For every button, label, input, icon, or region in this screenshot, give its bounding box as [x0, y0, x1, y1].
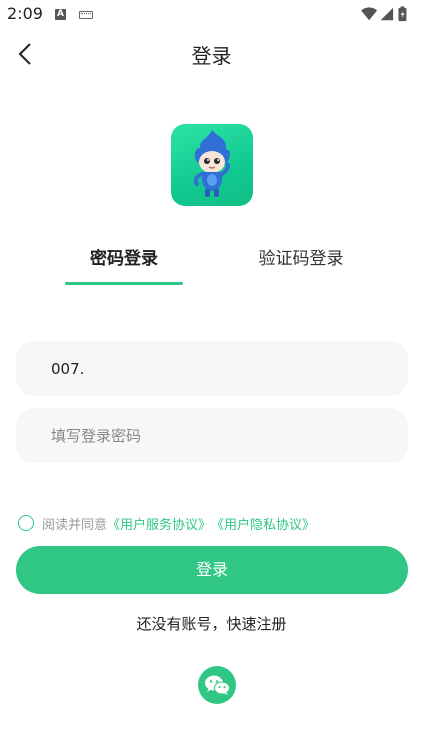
- app-logo: [171, 124, 253, 206]
- account-field: [16, 341, 408, 396]
- battery-charging-icon: [398, 6, 407, 22]
- tab-password-login[interactable]: 密码登录: [65, 244, 183, 269]
- mascot-icon: [193, 130, 230, 197]
- agreement-checkbox[interactable]: [18, 515, 34, 531]
- a-notification-icon: A: [55, 9, 66, 20]
- register-link[interactable]: 还没有账号，快速注册: [0, 613, 423, 634]
- wifi-icon: [361, 7, 378, 21]
- account-input[interactable]: [51, 341, 391, 396]
- tab-code-login[interactable]: 验证码登录: [242, 244, 360, 269]
- wechat-login-button[interactable]: [198, 666, 236, 704]
- password-field: [16, 408, 408, 463]
- signal-icon: [380, 7, 394, 21]
- page-title: 登录: [191, 44, 232, 68]
- wechat-icon: [205, 675, 230, 695]
- agreement-prefix: 阅读并同意: [42, 517, 108, 533]
- password-input[interactable]: [51, 408, 391, 463]
- privacy-agreement-link[interactable]: 《用户隐私协议》: [211, 514, 315, 533]
- service-agreement-link[interactable]: 《用户服务协议》: [107, 514, 211, 533]
- agreement-row: 阅读并同意 《用户服务协议》 《用户隐私协议》: [18, 513, 315, 533]
- status-icons: [361, 6, 407, 22]
- active-tab-indicator: [65, 282, 183, 285]
- status-time: 2:09: [7, 4, 43, 23]
- status-bar: 2:09 A: [0, 0, 423, 30]
- keyboard-icon: [79, 11, 93, 19]
- login-button[interactable]: 登录: [16, 546, 408, 594]
